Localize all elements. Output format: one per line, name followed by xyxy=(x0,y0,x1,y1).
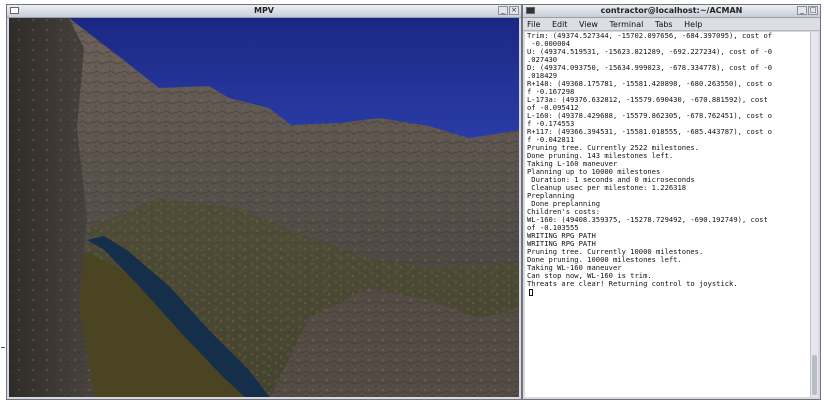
mpv-titlebar[interactable]: MPV _ × xyxy=(7,5,521,18)
terminal-line: U: (49374.519531, -15623.821289, -692.22… xyxy=(527,47,773,57)
maximize-button[interactable]: □ xyxy=(808,6,818,15)
cursor-block xyxy=(529,288,533,296)
scrollbar-thumb[interactable] xyxy=(812,355,817,395)
minimize-button[interactable]: _ xyxy=(498,6,508,15)
menu-edit[interactable]: Edit xyxy=(552,18,568,31)
terminal-line: D: (49374.093750, -15634.999023, -678.33… xyxy=(527,63,773,73)
terminal-output[interactable]: Trim: (49374.527344, -15702.097656, -684… xyxy=(525,32,810,397)
mpv-title: MPV xyxy=(253,6,274,15)
terminal-title: contractor@localhost:~/ACMAN xyxy=(600,6,743,15)
prompt-line xyxy=(525,288,810,297)
terminal-window[interactable]: contractor@localhost:~/ACMAN _ □ File Ed… xyxy=(522,4,821,400)
edge-tick xyxy=(1,347,5,348)
mpv-window[interactable]: MPV _ × xyxy=(6,4,522,400)
terminal-titlebar[interactable]: contractor@localhost:~/ACMAN _ □ xyxy=(523,5,820,18)
menu-file[interactable]: File xyxy=(527,18,540,31)
terrain-scene xyxy=(9,18,519,397)
terminal-scrollbar[interactable] xyxy=(810,32,818,397)
minimize-button[interactable]: _ xyxy=(797,6,807,15)
terminal-menubar: File Edit View Terminal Tabs Help xyxy=(523,18,820,31)
menu-help[interactable]: Help xyxy=(684,18,702,31)
menu-view[interactable]: View xyxy=(579,18,598,31)
close-button[interactable]: × xyxy=(509,6,519,15)
menu-tabs[interactable]: Tabs xyxy=(655,18,673,31)
terminal-line: Threats are clear! Returning control to … xyxy=(527,279,738,289)
terrain-viewport[interactable] xyxy=(9,18,519,397)
menu-terminal[interactable]: Terminal xyxy=(610,18,644,31)
